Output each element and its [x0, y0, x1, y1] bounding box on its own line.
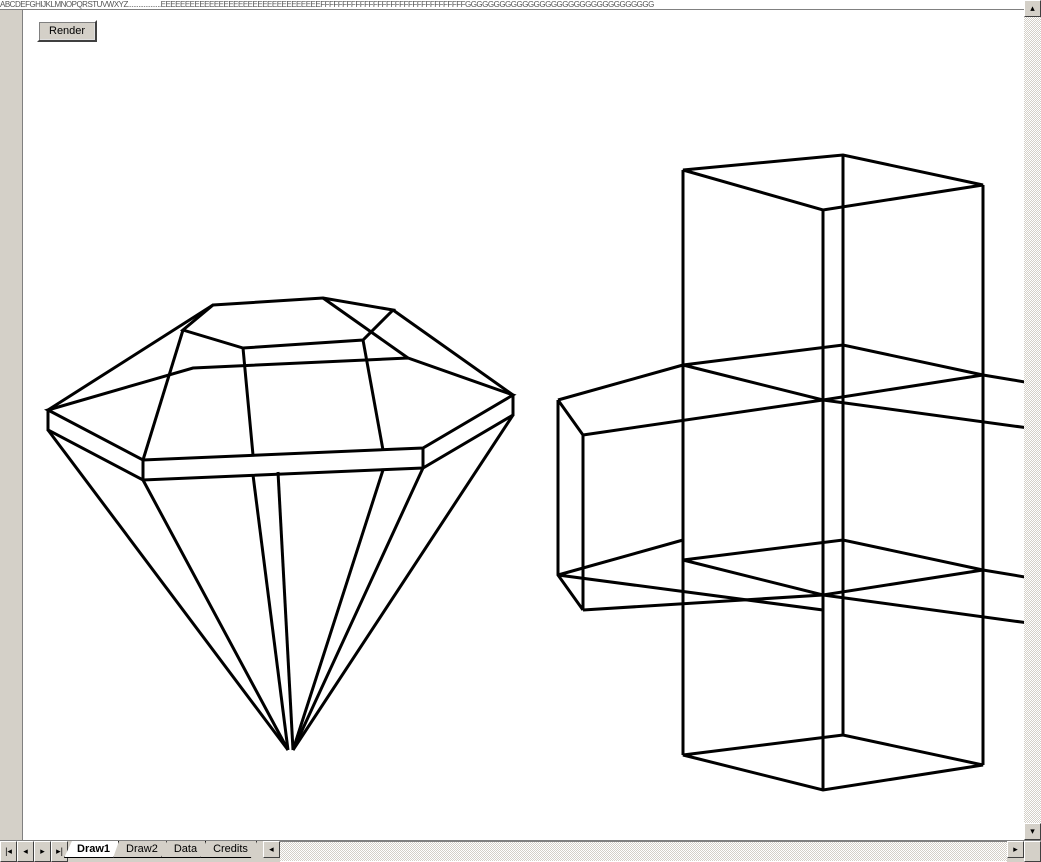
tab-label: Data — [174, 843, 197, 855]
horizontal-scrollbar[interactable]: ◂ ▸ — [263, 841, 1024, 862]
ruler-text: ABCDEFGHIJKLMNOPQRSTUVWXYZ..............… — [0, 0, 654, 9]
tab-data[interactable]: Data — [161, 841, 206, 858]
tab-label: Credits — [213, 843, 248, 855]
column-header-strip: ABCDEFGHIJKLMNOPQRSTUVWXYZ..............… — [0, 0, 1024, 10]
vertical-scroll-track[interactable] — [1024, 17, 1041, 823]
next-icon: ▸ — [40, 846, 45, 857]
last-icon: ▸| — [56, 846, 63, 857]
tab-nav-next-button[interactable]: ▸ — [34, 841, 51, 862]
tab-nav-first-button[interactable]: |◂ — [0, 841, 17, 862]
vertical-scrollbar[interactable]: ▴ ▾ — [1024, 0, 1041, 840]
chevron-up-icon: ▴ — [1030, 4, 1035, 13]
tab-draw1[interactable]: Draw1 — [64, 841, 119, 858]
chevron-down-icon: ▾ — [1030, 827, 1035, 836]
tab-draw2[interactable]: Draw2 — [113, 841, 167, 858]
render-button[interactable]: Render — [37, 20, 97, 42]
tab-nav-prev-button[interactable]: ◂ — [17, 841, 34, 862]
bottom-bar: |◂ ◂ ▸ ▸| Draw1 Draw2 Data Credits ◂ ▸ — [0, 840, 1041, 862]
scroll-corner — [1024, 841, 1041, 862]
chevron-right-icon: ▸ — [1013, 845, 1018, 854]
scroll-up-button[interactable]: ▴ — [1024, 0, 1041, 17]
wireframe-diamond — [23, 280, 543, 800]
tab-label: Draw1 — [77, 843, 110, 855]
horizontal-scroll-track[interactable] — [280, 841, 1007, 862]
tab-nav-last-button[interactable]: ▸| — [51, 841, 68, 862]
row-header-gutter — [0, 10, 23, 840]
sheet-tabs: Draw1 Draw2 Data Credits — [68, 841, 257, 862]
scroll-right-button[interactable]: ▸ — [1007, 841, 1024, 858]
tab-credits[interactable]: Credits — [200, 841, 257, 858]
tab-label: Draw2 — [126, 843, 158, 855]
scroll-down-button[interactable]: ▾ — [1024, 823, 1041, 840]
wireframe-cubes — [523, 140, 1024, 840]
scroll-left-button[interactable]: ◂ — [263, 841, 280, 858]
drawing-canvas[interactable]: Render — [23, 10, 1024, 840]
render-button-label: Render — [49, 25, 85, 37]
prev-icon: ◂ — [23, 846, 28, 857]
first-icon: |◂ — [5, 846, 12, 857]
chevron-left-icon: ◂ — [269, 845, 274, 854]
